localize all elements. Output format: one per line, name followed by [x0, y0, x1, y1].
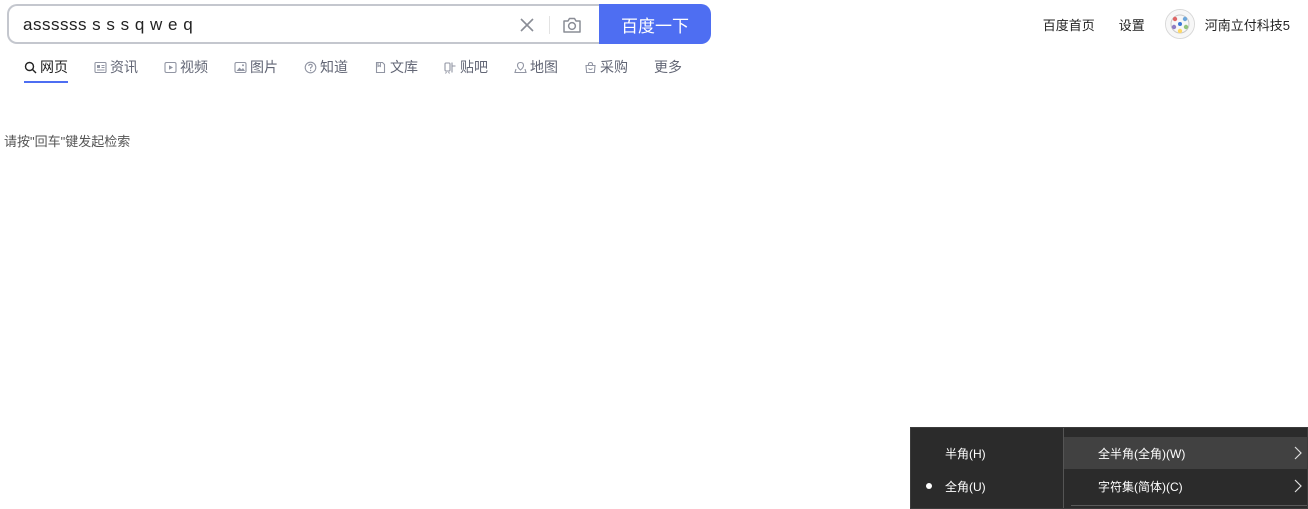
tab-images[interactable]: 图片 [234, 56, 278, 78]
menu-separator [1071, 505, 1307, 506]
search-tabs: 网页 资讯 视频 图片 知道 文库 贴吧 地图 采购 更多 [24, 56, 708, 86]
tab-video[interactable]: 视频 [164, 56, 208, 78]
clear-icon[interactable] [517, 15, 537, 35]
tieba-icon [444, 61, 457, 74]
tab-label: 资讯 [110, 59, 138, 75]
top-nav: 百度首页 设置 河南立付科技5 [1019, 8, 1290, 40]
question-icon [304, 61, 317, 74]
divider [549, 16, 550, 34]
ime-fullwidth-option[interactable]: 全角(U) [911, 470, 1063, 502]
tab-label: 视频 [180, 59, 208, 75]
tab-label: 知道 [320, 59, 348, 75]
ime-halfwidth-option[interactable]: 半角(H) [911, 437, 1063, 469]
tab-tieba[interactable]: 贴吧 [444, 56, 488, 78]
chevron-right-icon [1293, 446, 1303, 460]
tab-label: 文库 [390, 59, 418, 75]
selected-bullet-icon [926, 483, 932, 489]
username[interactable]: 河南立付科技5 [1205, 15, 1290, 34]
baidu-home-link[interactable]: 百度首页 [1043, 15, 1095, 34]
menu-item-label: 半角(H) [945, 446, 986, 461]
search-input[interactable] [23, 13, 503, 37]
video-icon [164, 61, 177, 74]
ime-context-menu: 半角(H) 全角(U) 全半角(全角)(W) 字符集(简体)(C) [910, 427, 1308, 509]
search-box[interactable] [7, 4, 603, 44]
shopping-bag-icon [584, 61, 597, 74]
tab-news[interactable]: 资讯 [94, 56, 138, 78]
tab-web[interactable]: 网页 [24, 56, 68, 83]
ime-width-options: 半角(H) 全角(U) [911, 428, 1063, 508]
menu-item-label: 全角(U) [945, 479, 986, 494]
ime-fullhalf-width-item[interactable]: 全半角(全角)(W) [1064, 437, 1307, 469]
tab-wenku[interactable]: 文库 [374, 56, 418, 78]
news-icon [94, 61, 107, 74]
avatar[interactable] [1164, 9, 1195, 39]
tab-label: 地图 [530, 59, 558, 75]
document-icon [374, 61, 387, 74]
image-icon [234, 61, 247, 74]
tab-label: 图片 [250, 59, 278, 75]
chevron-right-icon [1293, 479, 1303, 493]
search-bar: 百度一下 [7, 4, 711, 44]
ime-charset-item[interactable]: 字符集(简体)(C) [1064, 470, 1307, 502]
tab-label: 贴吧 [460, 59, 488, 75]
settings-link[interactable]: 设置 [1119, 15, 1145, 34]
menu-item-label: 全半角(全角)(W) [1098, 446, 1186, 461]
tab-purchase[interactable]: 采购 [584, 56, 628, 78]
search-button[interactable]: 百度一下 [599, 4, 711, 44]
menu-item-label: 字符集(简体)(C) [1098, 479, 1183, 494]
tab-map[interactable]: 地图 [514, 56, 558, 78]
map-icon [514, 61, 527, 74]
search-hint: 请按"回车"键发起检索 [4, 134, 131, 149]
tab-zhidao[interactable]: 知道 [304, 56, 348, 78]
tab-more[interactable]: 更多 [654, 56, 682, 78]
tab-label: 更多 [654, 59, 682, 75]
tab-label: 采购 [600, 59, 628, 75]
ime-submenu-list: 全半角(全角)(W) 字符集(简体)(C) [1064, 428, 1307, 508]
tab-label: 网页 [40, 59, 68, 75]
search-icon [24, 61, 37, 74]
camera-icon[interactable] [561, 14, 583, 36]
